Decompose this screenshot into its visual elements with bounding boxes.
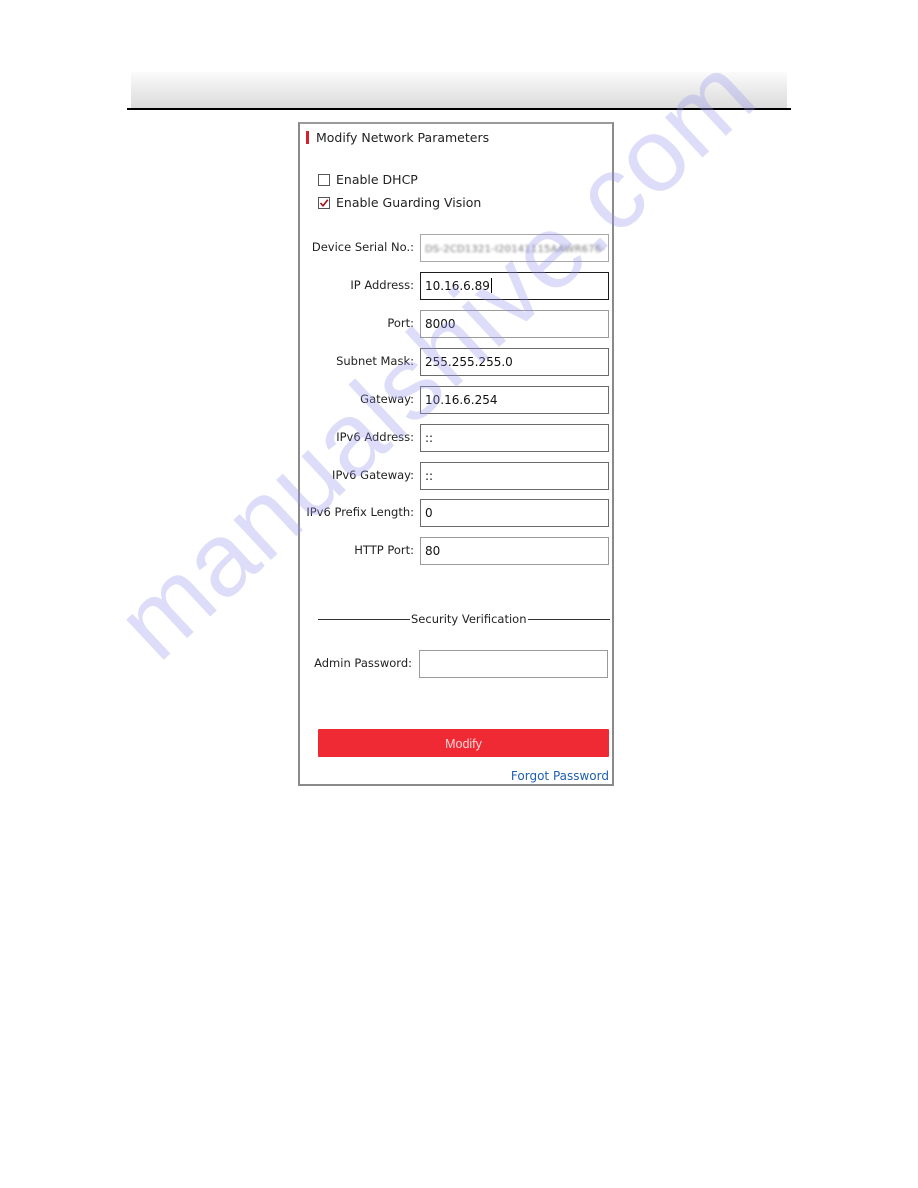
subnet-mask-input[interactable]: 255.255.255.0 xyxy=(420,348,609,376)
text-caret xyxy=(490,278,492,293)
port-input[interactable]: 8000 xyxy=(420,310,609,338)
enable-dhcp-option[interactable]: Enable DHCP xyxy=(318,172,418,187)
divider-line-right xyxy=(515,619,610,620)
admin-password-input[interactable] xyxy=(419,650,608,678)
device-serial-value: DS-2CD1321-I20141115AAWR676- xyxy=(425,244,606,255)
ipv6-gateway-value: :: xyxy=(425,469,434,483)
http-port-value: 80 xyxy=(425,544,441,558)
ipv6-prefix-length-value: 0 xyxy=(425,506,433,520)
field-ipv6-prefix-length: IPv6 Prefix Length: 0 xyxy=(300,499,612,527)
modify-button[interactable]: Modify xyxy=(318,729,609,757)
field-gateway: Gateway: 10.16.6.254 xyxy=(300,386,612,414)
field-subnet-mask: Subnet Mask: 255.255.255.0 xyxy=(300,348,612,376)
checkmark-icon xyxy=(319,198,329,207)
port-label: Port: xyxy=(387,316,414,330)
enable-guarding-vision-checkbox[interactable] xyxy=(318,196,330,209)
page-header-band xyxy=(131,72,787,108)
field-ipv6-address: IPv6 Address: :: xyxy=(300,424,612,452)
ipv6-gateway-input[interactable]: :: xyxy=(420,462,609,490)
ipv6-gateway-label: IPv6 Gateway: xyxy=(332,468,414,482)
ipv6-address-label: IPv6 Address: xyxy=(336,430,414,444)
gateway-label: Gateway: xyxy=(360,392,414,406)
forgot-password-link[interactable]: Forgot Password xyxy=(511,769,609,783)
enable-guarding-vision-label: Enable Guarding Vision xyxy=(336,195,482,210)
http-port-label: HTTP Port: xyxy=(354,543,414,557)
field-http-port: HTTP Port: 80 xyxy=(300,537,612,565)
panel-title: Modify Network Parameters xyxy=(306,129,489,145)
modify-network-parameters-panel: Modify Network Parameters Enable DHCP En… xyxy=(298,122,614,786)
header-rule xyxy=(127,108,791,110)
device-serial-label: Device Serial No.: xyxy=(311,240,414,254)
security-verification-divider: Security Verification xyxy=(318,612,610,626)
enable-dhcp-label: Enable DHCP xyxy=(336,172,418,187)
field-device-serial: Device Serial No.: DS-2CD1321-I20141115A… xyxy=(300,234,612,262)
ip-address-label: IP Address: xyxy=(350,278,414,292)
gateway-value: 10.16.6.254 xyxy=(425,393,498,407)
http-port-input[interactable]: 80 xyxy=(420,537,609,565)
enable-dhcp-checkbox[interactable] xyxy=(318,173,330,186)
ipv6-address-input[interactable]: :: xyxy=(420,424,609,452)
subnet-mask-value: 255.255.255.0 xyxy=(425,355,513,369)
field-ip-address: IP Address: 10.16.6.89 xyxy=(300,272,612,300)
field-admin-password: Admin Password: xyxy=(300,650,612,678)
ipv6-prefix-length-input[interactable]: 0 xyxy=(420,499,609,527)
field-ipv6-gateway: IPv6 Gateway: :: xyxy=(300,462,612,490)
ip-address-value: 10.16.6.89 xyxy=(425,279,490,293)
admin-password-label: Admin Password: xyxy=(314,656,412,670)
device-serial-input[interactable]: DS-2CD1321-I20141115AAWR676- xyxy=(420,234,609,262)
divider-line-left xyxy=(318,619,411,620)
ip-address-input[interactable]: 10.16.6.89 xyxy=(420,272,609,300)
field-port: Port: 8000 xyxy=(300,310,612,338)
enable-guarding-vision-option[interactable]: Enable Guarding Vision xyxy=(318,195,481,210)
ipv6-address-value: :: xyxy=(425,431,434,445)
port-value: 8000 xyxy=(425,317,456,331)
title-accent-bar xyxy=(306,130,309,144)
subnet-mask-label: Subnet Mask: xyxy=(336,354,414,368)
security-verification-title: Security Verification xyxy=(410,612,528,626)
panel-title-text: Modify Network Parameters xyxy=(316,129,490,145)
gateway-input[interactable]: 10.16.6.254 xyxy=(420,386,609,414)
ipv6-prefix-length-label: IPv6 Prefix Length: xyxy=(306,505,414,519)
